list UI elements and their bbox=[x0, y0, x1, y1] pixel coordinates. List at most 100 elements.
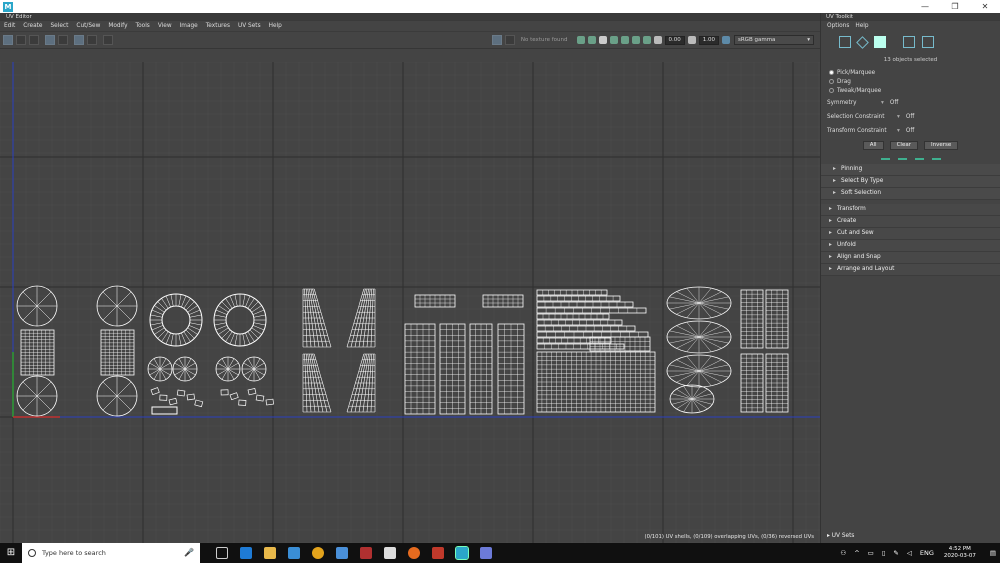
window-titlebar: M — ❐ ✕ bbox=[0, 0, 1000, 13]
gamma-field[interactable]: 1.00 bbox=[698, 35, 719, 45]
snapshot-icon[interactable] bbox=[103, 35, 113, 45]
shade-icon[interactable] bbox=[29, 35, 39, 45]
mode-tweak-marquee[interactable]: Tweak/Marquee bbox=[821, 87, 1000, 96]
refresh-icon[interactable] bbox=[576, 36, 585, 44]
distortion-icon[interactable] bbox=[58, 35, 68, 45]
dim-image-icon[interactable] bbox=[87, 35, 97, 45]
menu-options[interactable]: Options bbox=[824, 23, 852, 29]
section-cut-and-sew[interactable]: ▸ Cut and Sew bbox=[821, 228, 1000, 240]
border-select-icon[interactable] bbox=[922, 36, 934, 48]
section-pinning[interactable]: ▸ Pinning bbox=[821, 164, 1000, 176]
uv-shell-fragment bbox=[238, 399, 247, 406]
color-management-icon[interactable] bbox=[722, 36, 730, 44]
selection-constraint-row[interactable]: Selection Constraint ▾ Off bbox=[821, 110, 1000, 124]
app-tool-icon[interactable] bbox=[384, 547, 396, 559]
file-explorer-icon[interactable] bbox=[264, 547, 276, 559]
section-align-and-snap[interactable]: ▸ Align and Snap bbox=[821, 252, 1000, 264]
people-icon[interactable]: ⚇ bbox=[840, 549, 846, 557]
windows-start-icon[interactable]: ⊞ bbox=[0, 543, 22, 563]
select-all-button[interactable]: All bbox=[862, 141, 884, 150]
select-loop-icon[interactable] bbox=[914, 154, 924, 160]
menu-image[interactable]: Image bbox=[176, 23, 202, 29]
store-icon[interactable] bbox=[288, 547, 300, 559]
menu-help[interactable]: Help bbox=[265, 23, 286, 29]
menu-view[interactable]: View bbox=[154, 23, 176, 29]
uv-select-icon[interactable] bbox=[856, 35, 869, 49]
restore-icon[interactable]: ❐ bbox=[940, 0, 970, 13]
grid-toggle-icon[interactable] bbox=[3, 35, 13, 45]
chrome-icon[interactable] bbox=[312, 547, 324, 559]
discord-icon[interactable] bbox=[480, 547, 492, 559]
section-soft-selection[interactable]: ▸ Soft Selection bbox=[821, 188, 1000, 200]
image-display-icon[interactable] bbox=[491, 35, 502, 45]
ratio-icon[interactable] bbox=[609, 36, 618, 44]
pen-icon[interactable]: ✎ bbox=[893, 549, 898, 557]
mode-drag[interactable]: Drag bbox=[821, 78, 1000, 87]
minimize-icon[interactable]: — bbox=[910, 0, 940, 13]
uv-canvas[interactable] bbox=[0, 62, 820, 543]
menu-modify[interactable]: Modify bbox=[104, 23, 131, 29]
taskbar-search-box[interactable]: Type here to search 🎤 bbox=[22, 543, 200, 563]
exposure-knob-icon[interactable] bbox=[653, 36, 662, 44]
network-icon[interactable]: ▭ bbox=[868, 549, 874, 557]
select-ring-icon[interactable] bbox=[931, 154, 941, 160]
section-select-by-type[interactable]: ▸ Select By Type bbox=[821, 176, 1000, 188]
uv-editor-toolbar: No texture found 0.00 1.00 sRGB gamma bbox=[0, 32, 820, 49]
language-indicator[interactable]: ENG bbox=[920, 549, 934, 557]
menu-select[interactable]: Select bbox=[47, 23, 73, 29]
uv-shell-edge bbox=[116, 395, 132, 411]
close-icon[interactable]: ✕ bbox=[970, 0, 1000, 13]
app-red-icon[interactable] bbox=[360, 547, 372, 559]
face-select-icon[interactable] bbox=[839, 36, 851, 48]
notification-icon[interactable]: ▤ bbox=[990, 549, 996, 557]
menu-toolkit-help[interactable]: Help bbox=[852, 23, 871, 29]
microphone-icon[interactable]: 🎤 bbox=[184, 548, 194, 557]
shrink-selection-icon[interactable] bbox=[897, 154, 907, 160]
clear-button[interactable]: Clear bbox=[889, 141, 918, 150]
task-view-icon[interactable] bbox=[216, 547, 228, 559]
isolate-icon[interactable] bbox=[45, 35, 55, 45]
shell-select-icon[interactable] bbox=[903, 36, 915, 48]
maya-taskbar-icon[interactable] bbox=[455, 546, 469, 560]
section-arrange-and-layout[interactable]: ▸ Arrange and Layout bbox=[821, 264, 1000, 276]
gamma-icon[interactable] bbox=[687, 36, 696, 44]
uv-toolkit-menubar: Options Help bbox=[821, 21, 1000, 31]
exposure-icon[interactable] bbox=[587, 36, 596, 44]
chevron-up-icon[interactable]: ^ bbox=[854, 549, 859, 557]
section-unfold[interactable]: ▸ Unfold bbox=[821, 240, 1000, 252]
exposure-slider[interactable] bbox=[598, 36, 607, 44]
app-recorder-icon[interactable] bbox=[432, 547, 444, 559]
menu-create[interactable]: Create bbox=[19, 23, 46, 29]
viewer-icon[interactable] bbox=[631, 36, 640, 44]
grow-selection-icon[interactable] bbox=[880, 154, 890, 160]
channel-icon[interactable] bbox=[504, 35, 515, 45]
uv-shell-edge bbox=[691, 398, 708, 410]
filter-icon[interactable] bbox=[620, 36, 629, 44]
section-uv-sets[interactable]: ▸ UV Sets bbox=[821, 533, 854, 539]
ramp-icon[interactable] bbox=[642, 36, 651, 44]
inverse-button[interactable]: Inverse bbox=[923, 141, 959, 150]
uv-shell-fragment bbox=[168, 397, 178, 406]
clock[interactable]: 4:52 PM 2020-03-07 bbox=[944, 546, 976, 560]
menu-edit[interactable]: Edit bbox=[0, 23, 19, 29]
menu-cut-sew[interactable]: Cut/Sew bbox=[72, 23, 104, 29]
mail-icon[interactable] bbox=[336, 547, 348, 559]
battery-icon[interactable]: ▯ bbox=[882, 549, 886, 557]
edge-icon[interactable] bbox=[240, 547, 252, 559]
symmetry-row[interactable]: Symmetry ▾ Off bbox=[821, 96, 1000, 110]
exposure-field[interactable]: 0.00 bbox=[664, 35, 685, 45]
menu-tools[interactable]: Tools bbox=[132, 23, 154, 29]
section-transform[interactable]: ▸ Transform bbox=[821, 204, 1000, 216]
display-image-icon[interactable] bbox=[74, 35, 84, 45]
firefox-icon[interactable] bbox=[408, 547, 420, 559]
transform-constraint-row[interactable]: Transform Constraint ▾ Off bbox=[821, 124, 1000, 138]
mode-pick-marquee[interactable]: Pick/Marquee bbox=[821, 69, 1000, 78]
color-space-select[interactable]: sRGB gamma bbox=[734, 35, 814, 45]
checker-icon[interactable] bbox=[16, 35, 26, 45]
menu-textures[interactable]: Textures bbox=[202, 23, 234, 29]
uv-viewport[interactable]: (0/101) UV shells, (0/109) overlapping U… bbox=[0, 62, 820, 543]
object-select-icon[interactable] bbox=[874, 36, 886, 48]
section-create[interactable]: ▸ Create bbox=[821, 216, 1000, 228]
menu-uv-sets[interactable]: UV Sets bbox=[234, 23, 265, 29]
volume-icon[interactable]: ◁ bbox=[907, 549, 912, 557]
